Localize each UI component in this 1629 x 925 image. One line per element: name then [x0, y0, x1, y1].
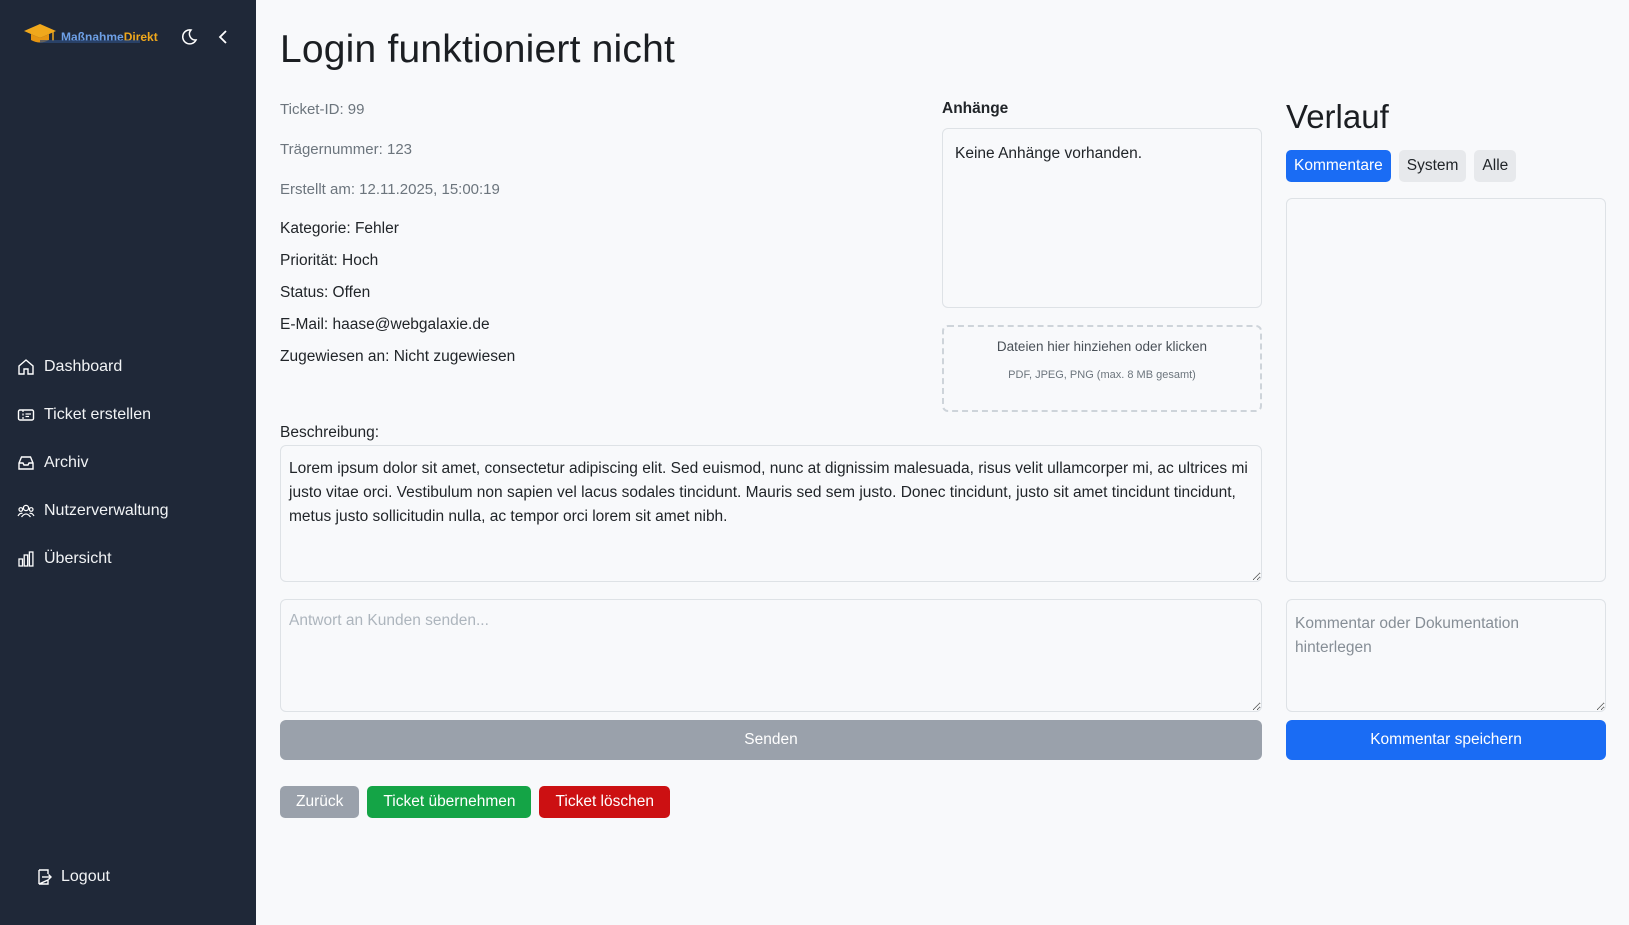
description-label: Beschreibung:: [280, 424, 380, 441]
file-dropzone[interactable]: Dateien hier hinziehen oder klicken PDF,…: [942, 325, 1262, 412]
users-icon: [17, 502, 35, 520]
sidebar: MaßnahmeDirekt Dashboard Ticket erstelle…: [0, 0, 256, 925]
sidebar-item-dashboard[interactable]: Dashboard: [0, 343, 256, 391]
sidebar-item-ticket-erstellen[interactable]: Ticket erstellen: [0, 391, 256, 439]
page-title: Login funktioniert nicht: [280, 28, 676, 71]
sidebar-item-uebersicht[interactable]: Übersicht: [0, 535, 256, 583]
brand-logo[interactable]: MaßnahmeDirekt: [23, 22, 158, 51]
tab-kommentare[interactable]: Kommentare: [1286, 150, 1391, 182]
assigned-to: Zugewiesen an: Nicht zugewiesen: [280, 348, 516, 365]
tab-alle[interactable]: Alle: [1474, 150, 1517, 182]
history-title: Verlauf: [1286, 98, 1389, 135]
sidebar-item-label: Ticket erstellen: [44, 406, 151, 423]
bar-chart-icon: [17, 550, 35, 568]
attachments-empty-text: Keine Anhänge vorhanden.: [955, 145, 1143, 162]
sidebar-item-label: Übersicht: [44, 550, 112, 567]
description-field[interactable]: Lorem ipsum dolor sit amet, consectetur …: [280, 445, 1262, 582]
ticket-id: Ticket-ID: 99: [280, 101, 365, 118]
logout-button[interactable]: Logout: [35, 868, 110, 886]
sidebar-item-label: Nutzerverwaltung: [44, 502, 169, 519]
history-list: [1286, 198, 1606, 582]
attachments-label: Anhänge: [942, 100, 1009, 117]
tab-system[interactable]: System: [1398, 150, 1467, 182]
status: Status: Offen: [280, 284, 371, 301]
sidebar-item-archiv[interactable]: Archiv: [0, 439, 256, 487]
sidebar-nav: Dashboard Ticket erstellen Archiv Nutzer…: [0, 343, 256, 583]
inbox-icon: [17, 454, 35, 472]
sidebar-item-label: Archiv: [44, 454, 89, 471]
chevron-left-icon[interactable]: [212, 26, 234, 48]
graduation-cap-icon: [23, 22, 57, 51]
comment-input[interactable]: [1286, 599, 1606, 712]
attachments-list: Keine Anhänge vorhanden.: [942, 128, 1262, 308]
created-date: Erstellt am: 12.11.2025, 15:00:19: [280, 181, 500, 198]
save-comment-button[interactable]: Kommentar speichern: [1286, 720, 1606, 760]
delete-ticket-button[interactable]: Ticket löschen: [539, 786, 670, 818]
carrier-number: Trägernummer: 123: [280, 141, 412, 158]
dropzone-main-text: Dateien hier hinziehen oder klicken: [996, 339, 1208, 354]
brand-tagline-bar: [40, 40, 140, 43]
ticket-actions: Zurück Ticket übernehmen Ticket löschen: [280, 786, 670, 818]
logout-icon: [35, 868, 53, 886]
moon-icon[interactable]: [178, 26, 200, 48]
dropzone-hint-text: PDF, JPEG, PNG (max. 8 MB gesamt): [1008, 369, 1196, 381]
priority: Priorität: Hoch: [280, 252, 379, 269]
ticket-icon: [17, 406, 35, 424]
category: Kategorie: Fehler: [280, 220, 399, 237]
history-tabs: Kommentare System Alle: [1286, 150, 1517, 182]
email: E-Mail: haase@webgalaxie.de: [280, 316, 490, 333]
main-content: Login funktioniert nicht Ticket-ID: 99 T…: [256, 0, 1629, 925]
home-icon: [17, 358, 35, 376]
take-ticket-button[interactable]: Ticket übernehmen: [367, 786, 532, 818]
send-button[interactable]: Senden: [280, 720, 1262, 760]
logout-label: Logout: [61, 868, 110, 885]
sidebar-item-nutzerverwaltung[interactable]: Nutzerverwaltung: [0, 487, 256, 535]
reply-input[interactable]: [280, 599, 1262, 712]
back-button[interactable]: Zurück: [280, 786, 360, 818]
sidebar-item-label: Dashboard: [44, 358, 123, 375]
